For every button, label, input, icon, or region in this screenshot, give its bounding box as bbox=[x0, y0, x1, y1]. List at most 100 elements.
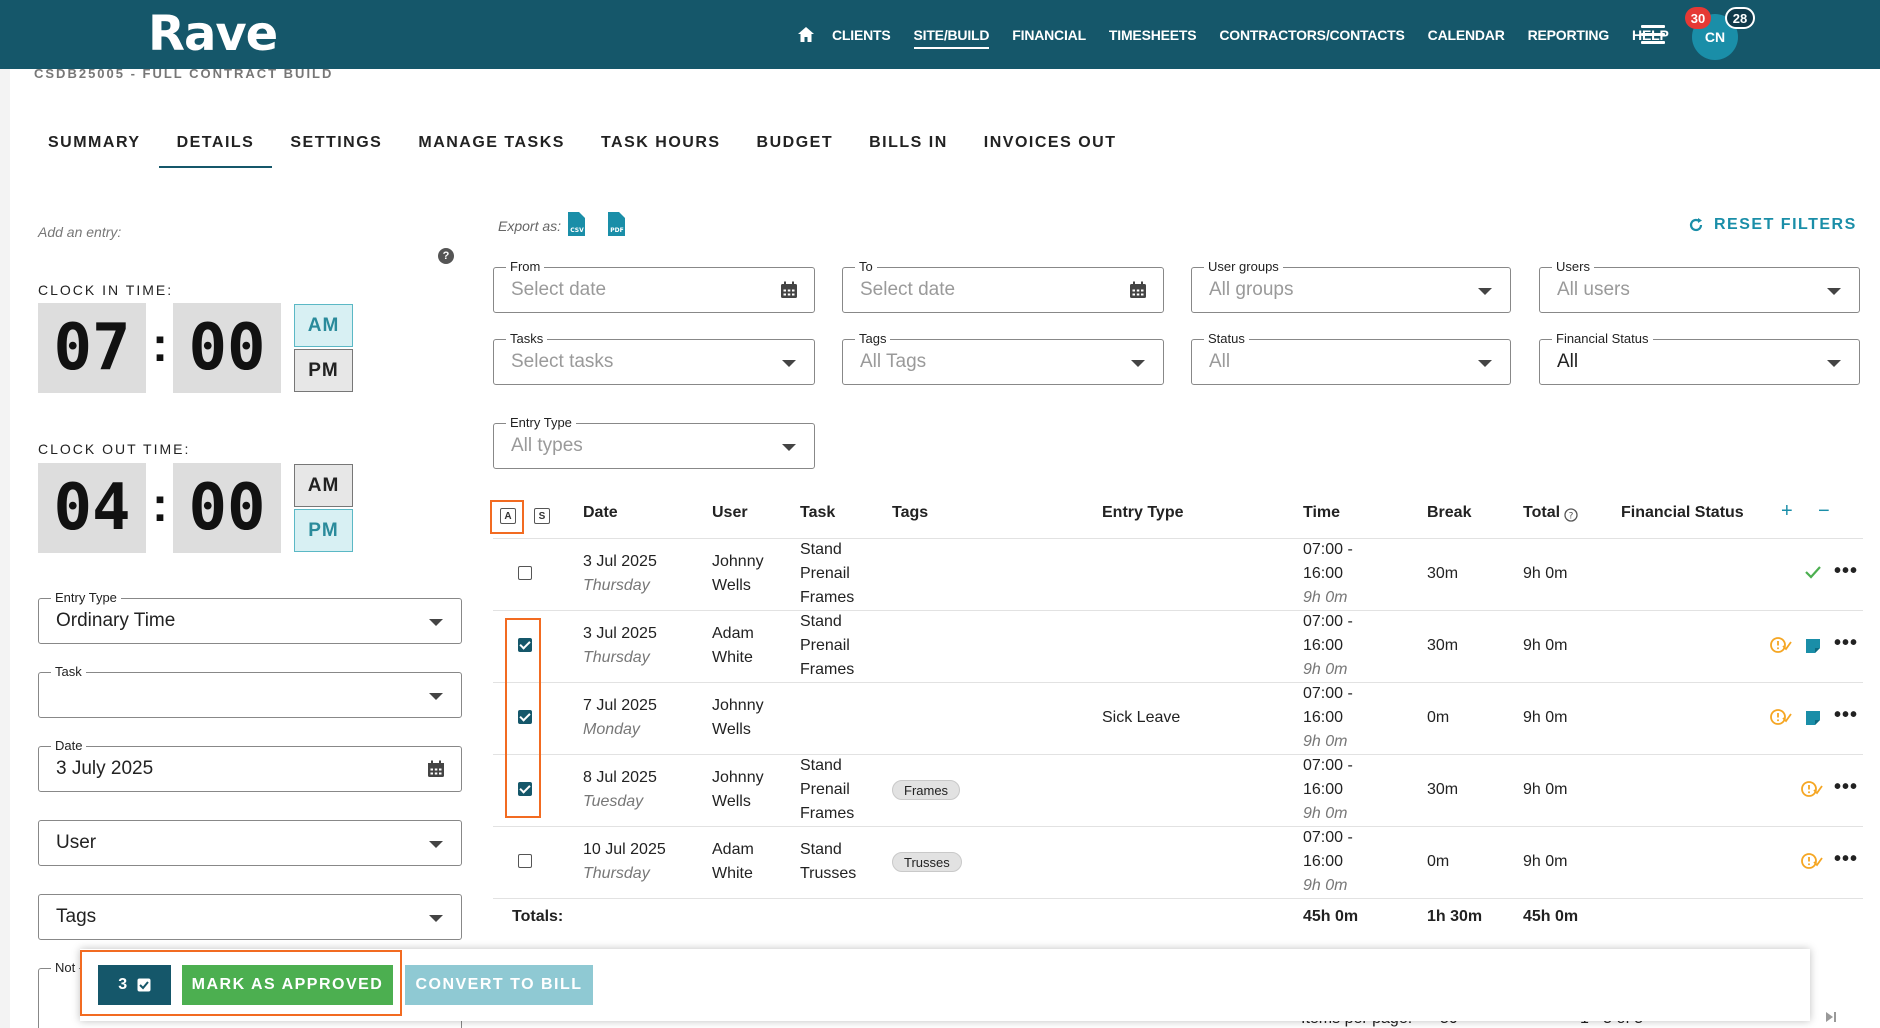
col-tags[interactable]: Tags bbox=[892, 504, 928, 522]
status-filter[interactable]: Status All bbox=[1191, 331, 1511, 385]
clock-out-pm-toggle[interactable]: PM bbox=[294, 509, 353, 552]
pending-approval-icon[interactable] bbox=[1770, 708, 1792, 726]
tags-select[interactable]: Tags bbox=[38, 894, 462, 940]
nav-site-build[interactable]: SITE/BUILD bbox=[913, 21, 989, 49]
col-task[interactable]: Task bbox=[800, 504, 835, 522]
note-icon[interactable] bbox=[1805, 638, 1821, 654]
calendar-icon[interactable] bbox=[780, 281, 798, 299]
tab-summary[interactable]: SUMMARY bbox=[30, 128, 159, 168]
tag-chip[interactable]: Frames bbox=[892, 780, 961, 800]
task-select[interactable]: Task bbox=[38, 664, 462, 718]
notification-badge[interactable]: 30 bbox=[1685, 7, 1711, 29]
nav-reporting[interactable]: REPORTING bbox=[1528, 21, 1610, 49]
user-select[interactable]: User bbox=[38, 820, 462, 866]
add-column-button[interactable]: + bbox=[1781, 500, 1793, 523]
last-page-icon[interactable] bbox=[1824, 1010, 1838, 1024]
row-checkbox[interactable] bbox=[518, 566, 532, 580]
message-badge[interactable]: 28 bbox=[1725, 7, 1755, 29]
user-first: Johnny bbox=[712, 697, 764, 714]
col-time[interactable]: Time bbox=[1303, 504, 1340, 522]
menu-icon[interactable] bbox=[1641, 25, 1665, 45]
to-date-filter[interactable]: To Select date bbox=[842, 259, 1164, 313]
pending-approval-icon[interactable] bbox=[1770, 636, 1792, 654]
financial-status-filter[interactable]: Financial Status All bbox=[1539, 331, 1860, 385]
tab-task-hours[interactable]: TASK HOURS bbox=[583, 128, 739, 168]
nav-clients[interactable]: CLIENTS bbox=[832, 21, 891, 49]
pdf-export-icon[interactable]: PDF bbox=[606, 212, 628, 236]
nav-contractors-contacts[interactable]: CONTRACTORS/CONTACTS bbox=[1219, 21, 1404, 49]
add-entry-label: Add an entry: bbox=[38, 224, 122, 240]
tab-manage-tasks[interactable]: MANAGE TASKS bbox=[400, 128, 583, 168]
clock-out-hour[interactable]: 04 bbox=[38, 463, 146, 553]
date-value: 3 July 2025 bbox=[56, 758, 154, 779]
col-financial-status[interactable]: Financial Status bbox=[1621, 504, 1744, 522]
app-logo[interactable]: Rave bbox=[148, 6, 278, 62]
time-line: 16:00 bbox=[1303, 853, 1344, 870]
row-divider bbox=[493, 682, 1863, 683]
clock-out-minute[interactable]: 00 bbox=[173, 463, 281, 553]
tab-invoices-out[interactable]: INVOICES OUT bbox=[966, 128, 1135, 168]
remove-column-button[interactable]: − bbox=[1818, 500, 1830, 523]
tags-filter[interactable]: Tags All Tags bbox=[842, 331, 1164, 385]
col-date[interactable]: Date bbox=[583, 504, 618, 522]
nav-calendar[interactable]: CALENDAR bbox=[1428, 21, 1505, 49]
col-break[interactable]: Break bbox=[1427, 504, 1471, 522]
tab-budget[interactable]: BUDGET bbox=[739, 128, 852, 168]
clock-in-am-toggle[interactable]: AM bbox=[294, 304, 353, 347]
select-all-checkbox[interactable]: A bbox=[500, 508, 516, 524]
more-options-icon[interactable]: ••• bbox=[1834, 777, 1858, 797]
csv-export-icon[interactable]: CSV bbox=[566, 212, 588, 236]
tasks-filter[interactable]: Tasks Select tasks bbox=[493, 331, 815, 385]
clock-in-minute[interactable]: 00 bbox=[173, 303, 281, 393]
select-page-checkbox[interactable]: S bbox=[534, 508, 550, 524]
more-options-icon[interactable]: ••• bbox=[1834, 561, 1858, 581]
date-field[interactable]: Date 3 July 2025 bbox=[38, 738, 462, 792]
top-bar: Rave CLIENTS SITE/BUILD FINANCIAL TIMESH… bbox=[0, 0, 1880, 69]
clock-out-am-toggle[interactable]: AM bbox=[294, 464, 353, 507]
help-icon[interactable]: ? bbox=[438, 248, 454, 264]
row-date: 8 Jul 2025 Tuesday bbox=[583, 766, 657, 814]
clock-in-hour[interactable]: 07 bbox=[38, 303, 146, 393]
more-options-icon[interactable]: ••• bbox=[1834, 849, 1858, 869]
col-entry-type[interactable]: Entry Type bbox=[1102, 504, 1184, 522]
users-filter[interactable]: Users All users bbox=[1539, 259, 1860, 313]
calendar-icon[interactable] bbox=[427, 760, 445, 778]
entry-type-select[interactable]: Entry Type Ordinary Time bbox=[38, 590, 462, 644]
col-user[interactable]: User bbox=[712, 504, 748, 522]
pending-approval-icon[interactable] bbox=[1801, 852, 1823, 870]
tag-chip[interactable]: Trusses bbox=[892, 852, 962, 872]
time-duration: 9h 0m bbox=[1303, 661, 1348, 678]
row-checkbox[interactable] bbox=[518, 854, 532, 868]
from-date-filter[interactable]: From Select date bbox=[493, 259, 815, 313]
check-icon bbox=[1805, 566, 1821, 579]
col-total[interactable]: Total bbox=[1523, 504, 1560, 522]
tab-bills-in[interactable]: BILLS IN bbox=[851, 128, 966, 168]
clock-in-pm-toggle[interactable]: PM bbox=[294, 349, 353, 392]
row-total: 9h 0m bbox=[1523, 709, 1568, 726]
calendar-icon[interactable] bbox=[1129, 281, 1147, 299]
convert-to-bill-button[interactable]: CONVERT TO BILL bbox=[405, 965, 593, 1005]
note-icon[interactable] bbox=[1805, 710, 1821, 726]
tab-details[interactable]: DETAILS bbox=[158, 128, 273, 168]
user-last: Wells bbox=[712, 577, 751, 594]
entry-type-filter[interactable]: Entry Type All types bbox=[493, 415, 815, 469]
reset-filters-button[interactable]: RESET FILTERS bbox=[1688, 216, 1857, 234]
info-icon[interactable]: ? bbox=[1564, 508, 1578, 522]
user-groups-filter[interactable]: User groups All groups bbox=[1191, 259, 1511, 313]
more-options-icon[interactable]: ••• bbox=[1834, 633, 1858, 653]
chevron-down-icon bbox=[1478, 360, 1492, 367]
nav-timesheets[interactable]: TIMESHEETS bbox=[1109, 21, 1197, 49]
user-first: Johnny bbox=[712, 553, 764, 570]
notes-label: Not bbox=[51, 960, 80, 975]
nav-financial[interactable]: FINANCIAL bbox=[1012, 21, 1086, 49]
day-text: Tuesday bbox=[583, 793, 644, 810]
tab-settings[interactable]: SETTINGS bbox=[272, 128, 400, 168]
time-duration: 9h 0m bbox=[1303, 589, 1348, 606]
chevron-down-icon bbox=[429, 841, 443, 848]
chevron-down-icon bbox=[429, 619, 443, 626]
user-last: White bbox=[712, 865, 753, 882]
row-date: 3 Jul 2025 Thursday bbox=[583, 550, 657, 598]
more-options-icon[interactable]: ••• bbox=[1834, 705, 1858, 725]
pending-approval-icon[interactable] bbox=[1801, 780, 1823, 798]
home-icon[interactable] bbox=[796, 25, 816, 45]
